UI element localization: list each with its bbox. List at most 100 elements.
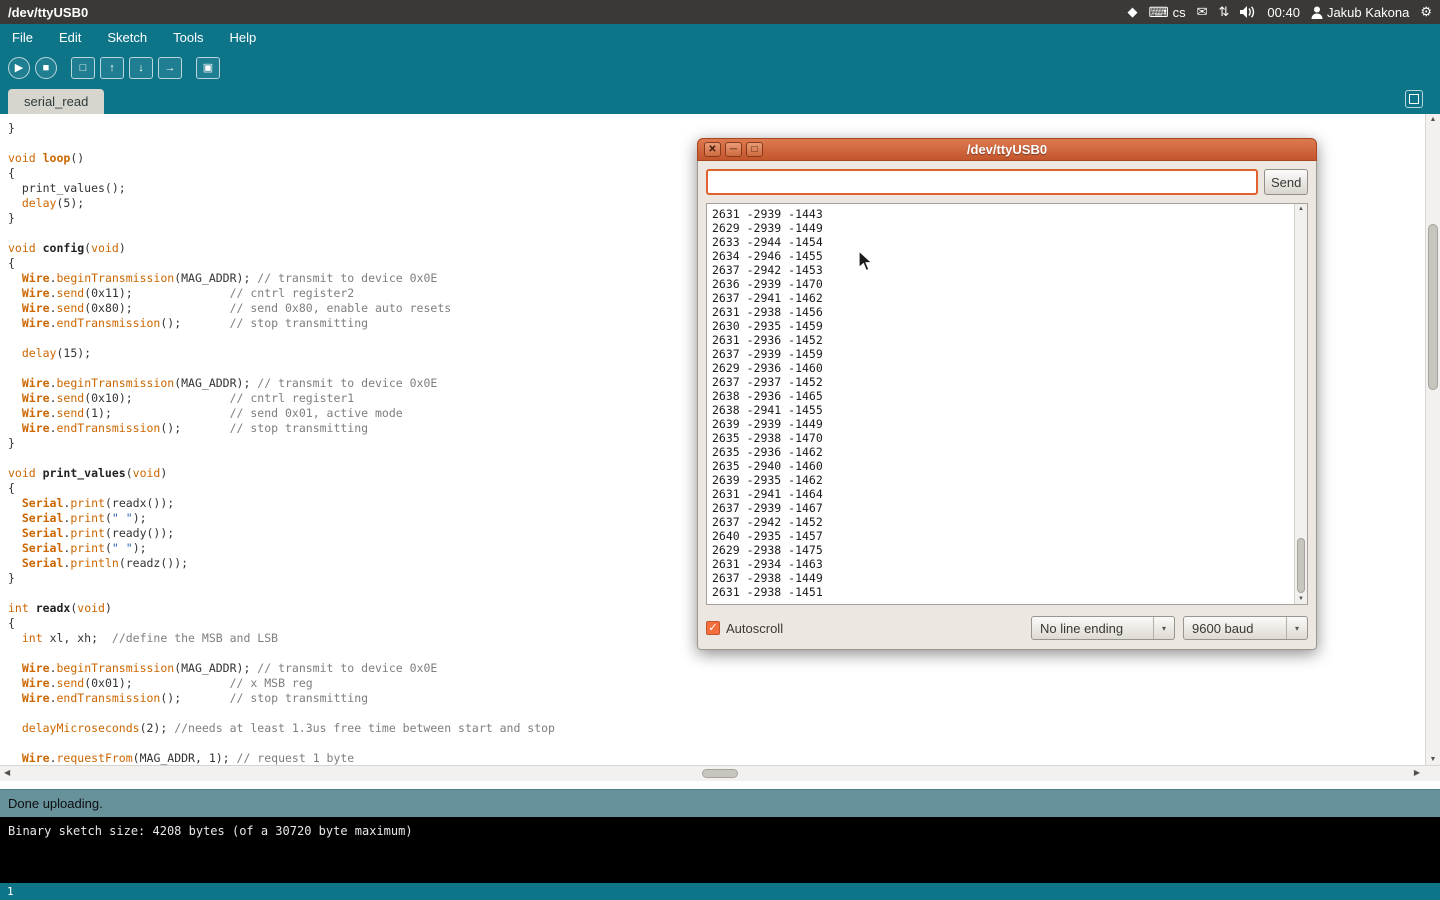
serial-line: 2634 -2946 -1455 xyxy=(712,249,1288,263)
serial-line: 2629 -2939 -1449 xyxy=(712,221,1288,235)
code-line: Wire.send(0x01); // x MSB reg xyxy=(8,676,1425,691)
arrow-right-icon: → xyxy=(165,62,176,74)
serial-line: 2635 -2938 -1470 xyxy=(712,431,1288,445)
network-arrows-icon[interactable]: ⇅ xyxy=(1218,4,1229,20)
serial-scroll-down-icon[interactable]: ▼ xyxy=(1295,596,1307,602)
code-line: Wire.endTransmission(); // stop transmit… xyxy=(8,691,1425,706)
serial-line: 2631 -2941 -1464 xyxy=(712,487,1288,501)
scroll-down-arrow-icon[interactable]: ▼ xyxy=(1426,756,1440,763)
status-bar: Done uploading. xyxy=(0,789,1440,817)
serial-line: 2637 -2938 -1449 xyxy=(712,571,1288,585)
code-line: } xyxy=(8,121,1425,136)
editor-horizontal-scrollbar[interactable]: ◀ ▶ xyxy=(0,765,1440,781)
serial-monitor-body: Send 2631 -2939 -14432629 -2939 -1449263… xyxy=(697,161,1317,650)
footer-strip: 1 xyxy=(0,883,1440,900)
serial-line: 2636 -2939 -1470 xyxy=(712,277,1288,291)
maximize-button[interactable]: □ xyxy=(746,142,763,157)
user-menu[interactable]: Jakub Kakona xyxy=(1311,5,1409,20)
chevron-down-icon: ▾ xyxy=(1286,617,1307,639)
serial-line: 2631 -2934 -1463 xyxy=(712,557,1288,571)
autoscroll-checkbox[interactable]: ✓ xyxy=(706,621,720,635)
serial-monitor-title: /dev/ttyUSB0 xyxy=(698,142,1316,157)
save-button[interactable]: ↓ xyxy=(129,57,153,79)
page-icon: □ xyxy=(80,62,87,74)
serial-vertical-scrollbar[interactable]: ▲ ▼ xyxy=(1294,204,1307,604)
menu-item-help[interactable]: Help xyxy=(229,30,256,45)
upload-button[interactable]: → xyxy=(158,57,182,79)
keyboard-layout-code: cs xyxy=(1173,5,1186,20)
editor-vertical-scrollbar[interactable]: ▲ ▼ xyxy=(1425,114,1440,765)
serial-input-row: Send xyxy=(706,169,1308,195)
baud-rate-value: 9600 baud xyxy=(1184,621,1286,636)
tab-serial-read[interactable]: serial_read xyxy=(8,89,104,114)
serial-line: 2629 -2936 -1460 xyxy=(712,361,1288,375)
mail-icon[interactable]: ✉ xyxy=(1197,4,1208,20)
code-line xyxy=(8,706,1425,721)
serial-line: 2639 -2939 -1449 xyxy=(712,417,1288,431)
tab-label: serial_read xyxy=(24,94,88,109)
volume-icon[interactable] xyxy=(1240,6,1256,18)
serial-line: 2635 -2940 -1460 xyxy=(712,459,1288,473)
serial-line: 2638 -2941 -1455 xyxy=(712,403,1288,417)
mouse-cursor xyxy=(858,250,878,277)
serial-line: 2633 -2944 -1454 xyxy=(712,235,1288,249)
monitor-icon: ▣ xyxy=(203,61,213,74)
window-buttons: ✕ ─ □ xyxy=(704,142,763,157)
open-button[interactable]: ↑ xyxy=(100,57,124,79)
send-button[interactable]: Send xyxy=(1264,169,1308,195)
tab-bar: serial_read xyxy=(0,84,1440,114)
status-text: Done uploading. xyxy=(8,796,103,811)
serial-line: 2631 -2936 -1452 xyxy=(712,333,1288,347)
serial-output-wrap: 2631 -2939 -14432629 -2939 -14492633 -29… xyxy=(706,203,1308,605)
menu-item-edit[interactable]: Edit xyxy=(59,30,81,45)
system-tray: ◆ ⌨ cs ✉ ⇅ 00:40 Jakub Kakona xyxy=(1127,4,1432,21)
serial-line: 2631 -2938 -1451 xyxy=(712,585,1288,599)
tab-menu-button[interactable] xyxy=(1405,90,1423,108)
verify-button[interactable]: ▶ xyxy=(8,57,30,79)
minimize-button[interactable]: ─ xyxy=(725,142,742,157)
serial-vscroll-thumb[interactable] xyxy=(1297,538,1305,593)
stop-button[interactable]: ■ xyxy=(35,57,57,79)
menu-item-sketch[interactable]: Sketch xyxy=(107,30,147,45)
indicator-applet-icon[interactable]: ◆ xyxy=(1127,4,1137,20)
serial-output[interactable]: 2631 -2939 -14432629 -2939 -14492633 -29… xyxy=(707,204,1293,604)
new-sketch-button[interactable]: □ xyxy=(71,57,95,79)
scroll-up-arrow-icon[interactable]: ▲ xyxy=(1426,116,1440,123)
line-ending-dropdown[interactable]: No line ending ▾ xyxy=(1031,616,1175,640)
code-line: Wire.beginTransmission(MAG_ADDR); // tra… xyxy=(8,661,1425,676)
serial-send-input[interactable] xyxy=(706,169,1258,195)
serial-line: 2640 -2935 -1457 xyxy=(712,529,1288,543)
chevron-down-icon: ▾ xyxy=(1153,617,1174,639)
tab-menu-icon xyxy=(1409,94,1419,104)
clock[interactable]: 00:40 xyxy=(1267,5,1300,20)
code-line: delayMicroseconds(2); //needs at least 1… xyxy=(8,721,1425,736)
serial-scroll-up-icon[interactable]: ▲ xyxy=(1295,206,1307,212)
scroll-right-arrow-icon[interactable]: ▶ xyxy=(1414,768,1420,777)
menu-item-tools[interactable]: Tools xyxy=(173,30,203,45)
serial-line: 2637 -2939 -1467 xyxy=(712,501,1288,515)
ide-toolbar: ▶■ □ ↑ ↓ → ▣ xyxy=(0,51,1440,84)
code-line: Wire.requestFrom(MAG_ADDR, 1); // reques… xyxy=(8,751,1425,765)
serial-line: 2637 -2937 -1452 xyxy=(712,375,1288,389)
screen: /dev/ttyUSB0 ◆ ⌨ cs ✉ ⇅ 00:40 xyxy=(0,0,1440,900)
close-button[interactable]: ✕ xyxy=(704,142,721,157)
editor-vscroll-thumb[interactable] xyxy=(1428,224,1438,390)
serial-line: 2637 -2939 -1459 xyxy=(712,347,1288,361)
arrow-down-icon: ↓ xyxy=(138,62,144,74)
editor-hscroll-thumb[interactable] xyxy=(702,769,738,778)
line-number-indicator: 1 xyxy=(7,885,14,898)
scroll-left-arrow-icon[interactable]: ◀ xyxy=(4,768,10,777)
menu-item-file[interactable]: File xyxy=(12,30,33,45)
serial-monitor-button[interactable]: ▣ xyxy=(196,57,220,79)
serial-monitor-titlebar[interactable]: ✕ ─ □ /dev/ttyUSB0 xyxy=(697,138,1317,161)
user-name: Jakub Kakona xyxy=(1327,5,1409,20)
serial-line: 2630 -2935 -1459 xyxy=(712,319,1288,333)
code-line xyxy=(8,736,1425,751)
baud-rate-dropdown[interactable]: 9600 baud ▾ xyxy=(1183,616,1308,640)
keyboard-layout-indicator[interactable]: ⌨ cs xyxy=(1148,4,1185,21)
session-gear-icon[interactable]: ⚙ xyxy=(1420,4,1432,20)
serial-line: 2637 -2941 -1462 xyxy=(712,291,1288,305)
autoscroll-label: Autoscroll xyxy=(726,621,783,636)
serial-line: 2639 -2935 -1462 xyxy=(712,473,1288,487)
serial-line: 2629 -2938 -1475 xyxy=(712,543,1288,557)
